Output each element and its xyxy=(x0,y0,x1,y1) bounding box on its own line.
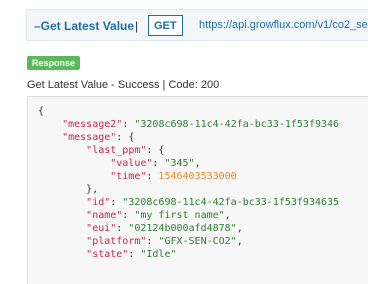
json-key-value: "value" xyxy=(110,158,153,169)
json-last-ppm-open: : { xyxy=(146,145,165,156)
json-value-message2: "3208c698-11c4-42fa-bc33-1f53f9346 xyxy=(134,119,340,130)
json-key-last-ppm: "last_ppm" xyxy=(86,145,147,156)
json-value-eui: "02124b000afd4878" xyxy=(128,223,237,234)
json-value-time: 1546403533000 xyxy=(158,171,237,182)
json-value-platform: "GFX-SEN-CO2" xyxy=(158,236,237,247)
request-header[interactable]: –Get Latest Value | GET https://api.grow… xyxy=(26,9,368,41)
json-key-id: "id" xyxy=(86,197,111,208)
json-close-last-ppm: }, xyxy=(86,184,99,195)
response-status: Get Latest Value - Success | Code: 200 xyxy=(27,79,220,91)
json-message-open: : { xyxy=(116,132,135,143)
json-key-platform: "platform" xyxy=(86,236,147,247)
json-key-message: "message" xyxy=(62,132,117,143)
response-code-block: { "message2": "3208c698-11c4-42fa-bc33-1… xyxy=(27,96,368,284)
json-value-id: "3208c698-11c4-42fa-bc33-1f53f934635 xyxy=(122,197,340,208)
response-badge: Response xyxy=(27,56,81,70)
header-separator: | xyxy=(135,19,139,33)
http-method-badge: GET xyxy=(148,15,183,36)
json-key-state: "state" xyxy=(86,249,129,260)
json-value-state: "Idle" xyxy=(140,249,177,260)
json-key-eui: "eui" xyxy=(86,223,117,234)
json-key-message2: "message2" xyxy=(62,119,123,130)
json-value-value: "345" xyxy=(164,158,195,169)
json-key-time: "time" xyxy=(110,171,147,182)
json-key-name: "name" xyxy=(86,210,123,221)
json-open-brace: { xyxy=(38,106,45,117)
json-value-name: "my first name" xyxy=(134,210,225,221)
endpoint-url: https://api.growflux.com/v1/co2_senso xyxy=(199,19,368,31)
endpoint-title[interactable]: –Get Latest Value xyxy=(34,19,134,33)
json-body: { "message2": "3208c698-11c4-42fa-bc33-1… xyxy=(38,106,340,260)
